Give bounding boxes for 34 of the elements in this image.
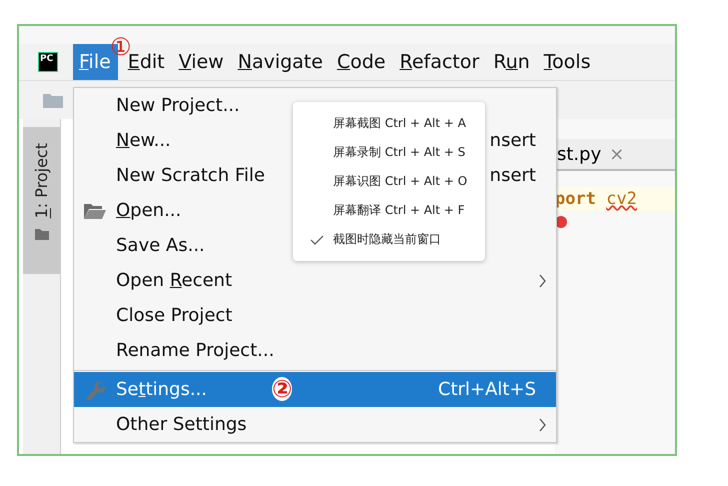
menu-item[interactable]: Refactor (394, 44, 484, 80)
menu-item[interactable]: Settings... (116, 379, 207, 400)
folder-icon (34, 228, 48, 240)
menu-item[interactable]: New Project... (116, 95, 240, 116)
menu-item[interactable]: Tools (538, 44, 595, 80)
menu-item[interactable]: Rename Project... (116, 340, 274, 361)
menu-item[interactable]: Navigate (232, 44, 327, 80)
menu-item[interactable]: 屏幕翻译 Ctrl + Alt + F (293, 196, 485, 225)
menu-item[interactable]: Code (332, 44, 390, 80)
menu-item[interactable]: Open... (116, 200, 182, 221)
editor-tab[interactable]: st.py × (555, 139, 675, 171)
folder-icon (84, 202, 106, 218)
shortcut-text: Ctrl+Alt+S (438, 379, 537, 400)
menu-item[interactable]: Other Settings (116, 414, 247, 435)
menu-item[interactable]: 屏幕截图 Ctrl + Alt + A (293, 109, 485, 138)
shortcut-text: nsert (490, 165, 537, 186)
menu-item[interactable]: 截图时隐藏当前窗口 (293, 225, 485, 254)
menu-item[interactable]: Close Project (116, 305, 232, 326)
menu-item[interactable]: Open Recent (116, 270, 232, 291)
shortcut-text: nsert (490, 130, 537, 151)
menu-item[interactable]: New... (116, 130, 171, 151)
folder-icon[interactable] (43, 92, 63, 108)
menu-item[interactable]: 屏幕录制 Ctrl + Alt + S (293, 138, 485, 167)
menu-item[interactable]: View (174, 44, 228, 80)
wrench-icon (84, 380, 106, 400)
annotation-number: ② (272, 377, 292, 401)
app-logo: PC (38, 52, 58, 72)
chevron-right-icon (539, 274, 546, 288)
chevron-right-icon (539, 418, 546, 432)
menu-item[interactable]: Save As... (116, 235, 205, 256)
menu-item[interactable]: 屏幕识图 Ctrl + Alt + O (293, 167, 485, 196)
menu-item[interactable]: Run (488, 44, 534, 80)
project-tab[interactable]: 1: Project (23, 127, 60, 274)
menu-item[interactable]: New Scratch File (116, 165, 265, 186)
